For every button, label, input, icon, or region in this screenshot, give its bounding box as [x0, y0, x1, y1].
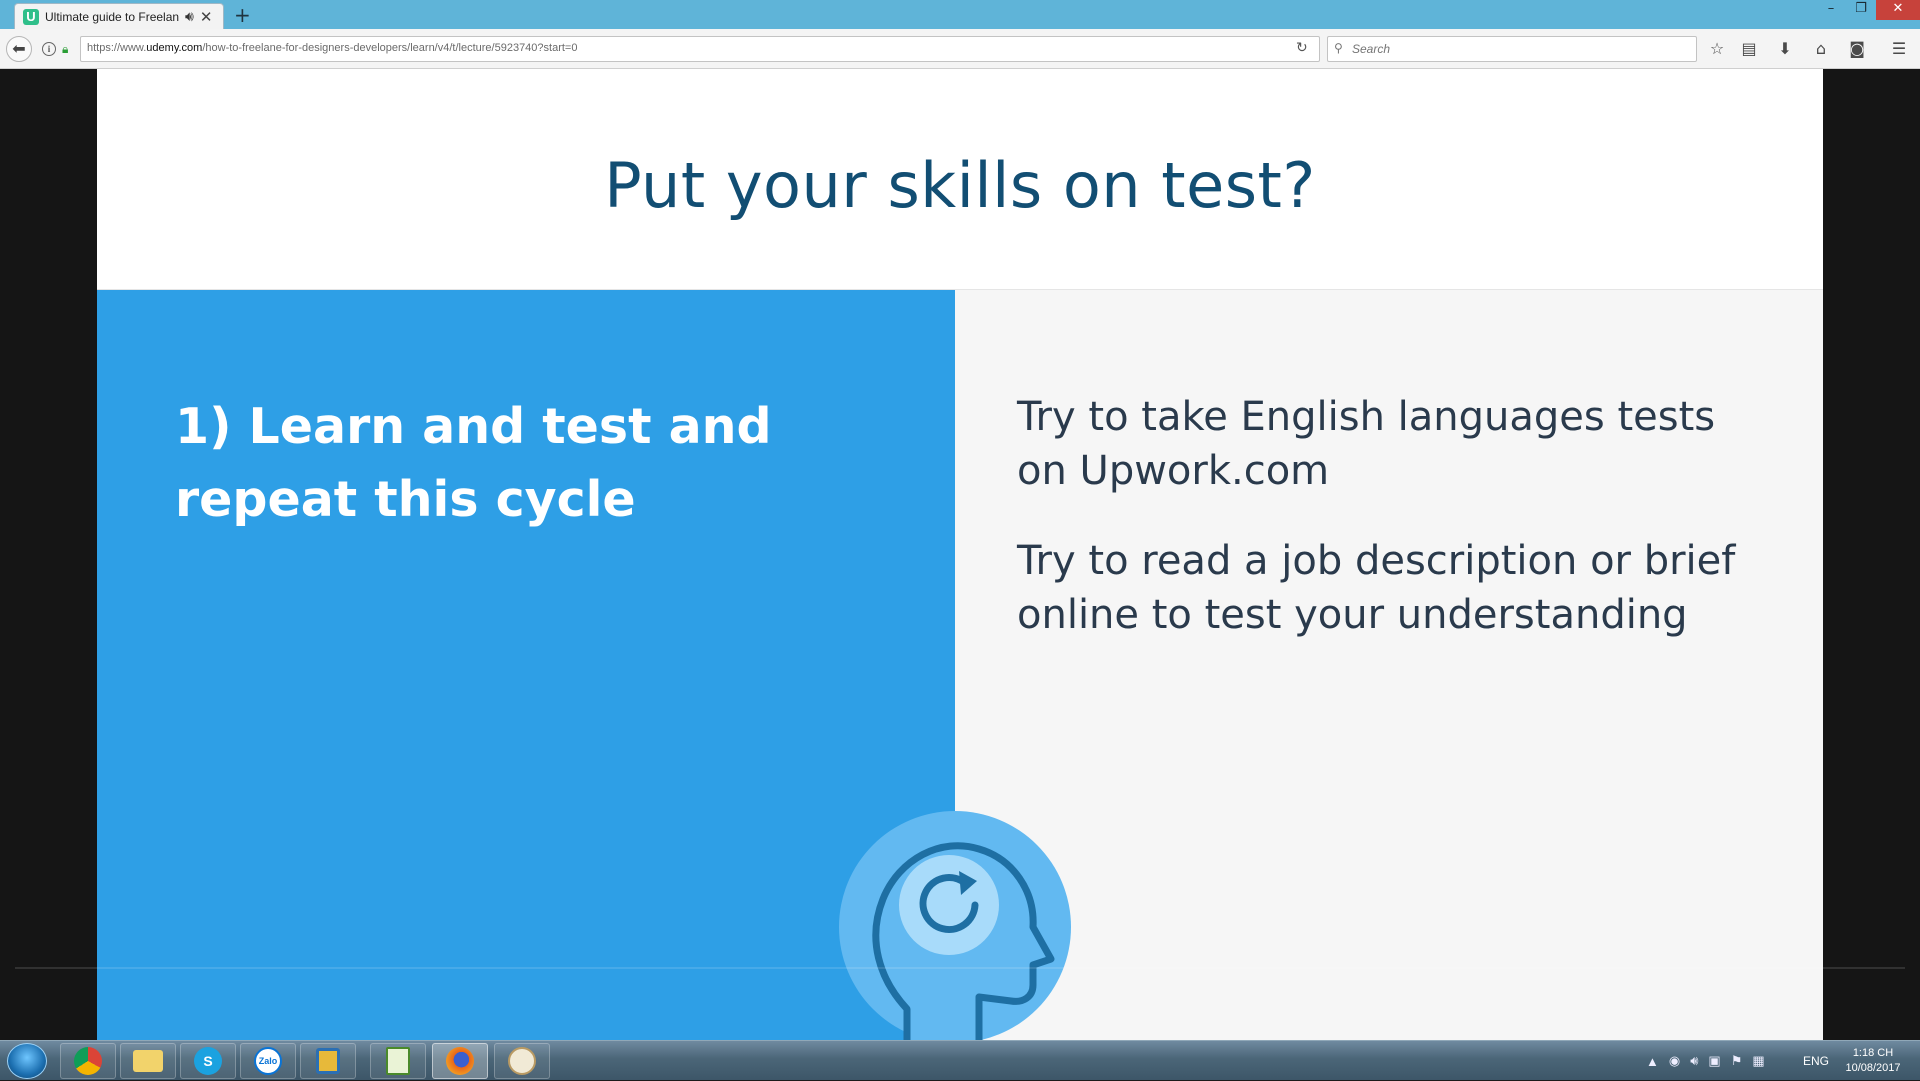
url-path: /how-to-freelane-for-designers-developer… [202, 42, 578, 54]
windows-taskbar: S Zalo ▲ ◉ 🔊︎ ▣ ⚑ ▦ ENG 1:18 CH 10/08/20… [0, 1040, 1920, 1080]
taskbar-app-file-explorer[interactable] [120, 1043, 176, 1079]
taskbar-app-windows-explorer[interactable] [300, 1043, 356, 1079]
volume-icon[interactable]: 🔊︎ [1690, 1053, 1698, 1069]
firefox-icon [446, 1047, 474, 1075]
window-minimize-button[interactable]: – [1816, 0, 1846, 20]
search-input[interactable] [1352, 40, 1682, 58]
taskbar-app-chrome[interactable] [60, 1043, 116, 1079]
right-point-1: Try to take English languages tests on U… [1017, 394, 1716, 494]
tab-close-icon[interactable]: ✕ [200, 8, 213, 26]
start-button[interactable] [7, 1043, 47, 1079]
site-info-icon[interactable]: i [42, 42, 56, 56]
menu-icon[interactable]: ☰ [1888, 39, 1910, 59]
speaker-icon[interactable]: 🔊︎ [185, 9, 194, 25]
right-text-block: Try to take English languages tests on U… [1017, 390, 1777, 678]
show-hidden-icons-icon[interactable]: ▲ [1646, 1054, 1659, 1069]
search-icon: ⚲ [1334, 41, 1343, 55]
slide-header: Put your skills on test? [97, 69, 1823, 290]
taskbar-app-skype[interactable]: S [180, 1043, 236, 1079]
download-icon[interactable]: ⬇ [1774, 39, 1796, 59]
network-icon[interactable]: ▦ [1752, 1053, 1764, 1069]
taskbar-app-sheet[interactable] [370, 1043, 426, 1079]
tray-document-icon[interactable]: ▣ [1708, 1053, 1720, 1069]
lock-icon[interactable]: 🔒︎ [62, 42, 68, 57]
browser-tab-active[interactable]: U Ultimate guide to Freelan 🔊︎ ✕ [14, 3, 224, 29]
udemy-favicon-icon: U [23, 8, 39, 25]
taskbar-app-zalo[interactable]: Zalo [240, 1043, 296, 1079]
right-point-2: Try to read a job description or brief o… [1017, 538, 1736, 638]
new-tab-button[interactable]: + [234, 3, 251, 27]
folder-icon [133, 1050, 163, 1072]
url-prefix: https://www. [87, 42, 147, 54]
action-center-flag-icon[interactable]: ⚑ [1731, 1053, 1743, 1069]
pocket-icon[interactable]: ◙ [1846, 39, 1868, 59]
url-text[interactable]: https://www.udemy.com/how-to-freelane-fo… [87, 42, 577, 54]
input-language[interactable]: ENG [1803, 1054, 1829, 1068]
spreadsheet-icon [386, 1047, 410, 1075]
search-bar[interactable]: ⚲ [1327, 36, 1697, 62]
browser-titlebar: U Ultimate guide to Freelan 🔊︎ ✕ + – ❐ ✕ [0, 0, 1920, 29]
taskbar-app-firefox[interactable] [432, 1043, 488, 1079]
clock-time: 1:18 CH [1852, 1047, 1894, 1059]
chrome-icon [74, 1047, 102, 1075]
url-domain: udemy.com [146, 42, 203, 54]
back-button[interactable]: ⬅ [6, 36, 32, 62]
skype-icon: S [194, 1047, 222, 1075]
clock[interactable]: 1:18 CH 10/08/2017 [1838, 1046, 1908, 1076]
reload-icon[interactable]: ↻ [1296, 40, 1308, 56]
window-restore-button[interactable]: ❐ [1846, 0, 1876, 20]
tray-app-icon[interactable]: ◉ [1669, 1053, 1680, 1069]
window-close-button[interactable]: ✕ [1876, 0, 1920, 20]
slide-title: Put your skills on test? [604, 149, 1316, 222]
clock-date: 10/08/2017 [1845, 1062, 1901, 1074]
left-panel: 1) Learn and test and repeat this cycle [97, 290, 955, 1040]
left-heading: 1) Learn and test and repeat this cycle [175, 398, 772, 528]
video-progress-bar[interactable] [15, 967, 1905, 969]
system-tray: ▲ ◉ 🔊︎ ▣ ⚑ ▦ [1646, 1041, 1765, 1081]
tab-title: Ultimate guide to Freelan [45, 9, 180, 24]
paint-palette-icon [508, 1047, 536, 1075]
lecture-slide: Put your skills on test? 1) Learn and te… [97, 69, 1823, 1040]
browser-navbar: ⬅ i 🔒︎ https://www.udemy.com/how-to-free… [0, 29, 1920, 69]
zalo-icon: Zalo [254, 1047, 282, 1075]
windows-explorer-icon [316, 1048, 340, 1074]
arrow-left-icon: ⬅ [12, 39, 26, 58]
reader-view-icon[interactable]: ▤ [1738, 39, 1760, 59]
head-refresh-icon [839, 811, 1071, 1040]
url-bar[interactable]: https://www.udemy.com/how-to-freelane-fo… [80, 36, 1320, 62]
taskbar-app-paint[interactable] [494, 1043, 550, 1079]
video-player-area[interactable]: Put your skills on test? 1) Learn and te… [0, 69, 1920, 1040]
bookmark-star-icon[interactable]: ☆ [1706, 39, 1728, 59]
home-icon[interactable]: ⌂ [1810, 39, 1832, 59]
